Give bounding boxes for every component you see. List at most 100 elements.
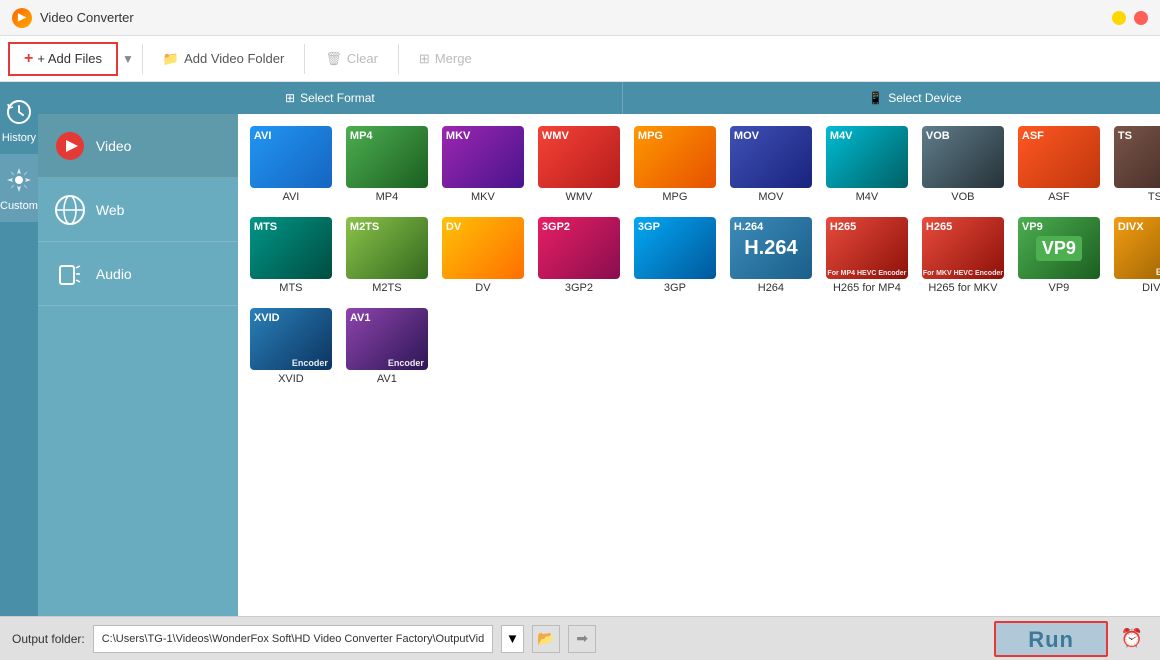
alarm-button[interactable]: ⏰ — [1116, 623, 1148, 655]
path-dropdown-button[interactable]: ▼ — [501, 625, 524, 653]
toolbar: + + Add Files ▼ 📁 Add Video Folder 🗑 Cle… — [0, 36, 1160, 82]
sidebar-item-custom[interactable]: Custom — [0, 154, 38, 222]
format-categories: Video Web — [38, 114, 238, 616]
format-tag-mkv: MKV — [446, 130, 470, 142]
folder-open-icon: 📂 — [537, 630, 554, 647]
toolbar-divider-2 — [304, 44, 305, 74]
custom-label: Custom — [0, 200, 38, 212]
format-item-h265mkv[interactable]: H265For MKV HEVC EncoderH265 for MKV — [918, 213, 1008, 298]
format-item-av1[interactable]: AV1EncoderAV1 — [342, 304, 432, 389]
tab-select-format[interactable]: ⊞ Select Format — [38, 82, 623, 114]
plus-icon: + — [24, 50, 33, 68]
video-icon — [54, 130, 86, 162]
close-button[interactable] — [1134, 11, 1148, 25]
run-button[interactable]: Run — [994, 621, 1108, 657]
format-item-mpg[interactable]: MPGMPG — [630, 122, 720, 207]
folder-icon: 📁 — [163, 51, 179, 67]
alarm-icon: ⏰ — [1121, 628, 1143, 648]
nav-folder-button[interactable]: ➡ — [568, 625, 596, 653]
format-label-wmv: WMV — [565, 191, 592, 203]
format-tag-mov: MOV — [734, 130, 759, 142]
formats-grid-area: AVIAVIMP4MP4MKVMKVWMVWMVMPGMPGMOVMOVM4VM… — [238, 114, 1160, 616]
add-video-folder-button[interactable]: 📁 Add Video Folder — [151, 45, 296, 73]
toolbar-divider-1 — [142, 44, 143, 74]
category-video[interactable]: Video — [38, 114, 238, 178]
format-item-avi[interactable]: AVIAVI — [246, 122, 336, 207]
tab-select-device[interactable]: 📱 Select Device — [623, 82, 1160, 114]
clear-button[interactable]: 🗑 Clear — [313, 45, 390, 73]
add-files-dropdown[interactable]: ▼ — [122, 52, 134, 66]
format-tag-3gp: 3GP — [638, 221, 660, 233]
format-label-m2ts: M2TS — [372, 282, 401, 294]
merge-label: Merge — [435, 51, 472, 66]
format-tag-mp4: MP4 — [350, 130, 373, 142]
format-item-asf[interactable]: ASFASF — [1014, 122, 1104, 207]
category-video-label: Video — [96, 138, 132, 154]
format-item-divx[interactable]: DIVXEncoderDIVX — [1110, 213, 1160, 298]
format-item-h264[interactable]: H.264H.264H264 — [726, 213, 816, 298]
add-files-button[interactable]: + + Add Files — [8, 42, 118, 76]
web-icon — [54, 194, 86, 226]
history-icon — [3, 96, 35, 128]
custom-icon — [3, 164, 35, 196]
format-label-3gp2: 3GP2 — [565, 282, 593, 294]
format-item-vp9[interactable]: VP9VP9VP9 — [1014, 213, 1104, 298]
output-folder-label: Output folder: — [12, 632, 85, 646]
format-item-m4v[interactable]: M4VM4V — [822, 122, 912, 207]
nav-folder-icon: ➡ — [576, 630, 588, 647]
add-video-folder-label: Add Video Folder — [184, 51, 284, 66]
format-label-divx: DIVX — [1142, 282, 1160, 294]
format-item-m2ts[interactable]: M2TSM2TS — [342, 213, 432, 298]
sidebar: History Custom — [0, 82, 38, 616]
format-tag-av1: AV1 — [350, 312, 371, 324]
format-item-h265mp4[interactable]: H265For MP4 HEVC EncoderH265 for MP4 — [822, 213, 912, 298]
format-label-mp4: MP4 — [376, 191, 399, 203]
format-item-xvid[interactable]: XVIDEncoderXVID — [246, 304, 336, 389]
format-label-m4v: M4V — [856, 191, 879, 203]
format-item-mts[interactable]: MTS MTS — [246, 213, 336, 298]
merge-button[interactable]: ⊞ Merge — [407, 45, 484, 73]
format-content: ⊞ Select Format 📱 Select Device Video — [38, 82, 1160, 616]
format-tag-ts: TS — [1118, 130, 1132, 142]
format-label-ts: TS — [1148, 191, 1160, 203]
open-folder-button[interactable]: 📂 — [532, 625, 560, 653]
format-item-vob[interactable]: VOBVOB — [918, 122, 1008, 207]
format-item-3gp[interactable]: 3GP 3GP — [630, 213, 720, 298]
format-label-av1: AV1 — [377, 373, 397, 385]
category-audio[interactable]: Audio — [38, 242, 238, 306]
format-tag-xvid: XVID — [254, 312, 280, 324]
format-tag-vob: VOB — [926, 130, 950, 142]
audio-icon — [54, 258, 86, 290]
format-item-mp4[interactable]: MP4 MP4 — [342, 122, 432, 207]
format-item-ts[interactable]: TS TS — [1110, 122, 1160, 207]
format-tag-wmv: WMV — [542, 130, 569, 142]
format-label-3gp: 3GP — [664, 282, 686, 294]
format-label-h264: H264 — [758, 282, 784, 294]
status-bar: Output folder: ▼ 📂 ➡ Run ⏰ — [0, 616, 1160, 660]
window-controls — [1112, 11, 1148, 25]
category-audio-label: Audio — [96, 266, 132, 282]
format-label-mts: MTS — [279, 282, 302, 294]
format-label-dv: DV — [475, 282, 490, 294]
minimize-button[interactable] — [1112, 11, 1126, 25]
output-path-input[interactable] — [93, 625, 493, 653]
format-item-mkv[interactable]: MKV MKV — [438, 122, 528, 207]
category-web[interactable]: Web — [38, 178, 238, 242]
format-tag-avi: AVI — [254, 130, 272, 142]
clear-label: Clear — [347, 51, 378, 66]
history-label: History — [2, 132, 36, 144]
category-web-label: Web — [96, 202, 125, 218]
sidebar-item-history[interactable]: History — [0, 86, 38, 154]
format-tag-divx: DIVX — [1118, 221, 1144, 233]
format-item-mov[interactable]: MOVMOV — [726, 122, 816, 207]
format-tag-3gp2: 3GP2 — [542, 221, 570, 233]
format-tag-dv: DV — [446, 221, 461, 233]
format-label-mkv: MKV — [471, 191, 495, 203]
format-item-wmv[interactable]: WMV WMV — [534, 122, 624, 207]
format-tag-mts: MTS — [254, 221, 277, 233]
format-item-3gp2[interactable]: 3GP2 3GP2 — [534, 213, 624, 298]
format-label-vp9: VP9 — [1049, 282, 1070, 294]
format-item-dv[interactable]: DV DV — [438, 213, 528, 298]
tab-select-device-label: Select Device — [888, 91, 961, 105]
format-tag-h265mkv: H265 — [926, 221, 952, 233]
